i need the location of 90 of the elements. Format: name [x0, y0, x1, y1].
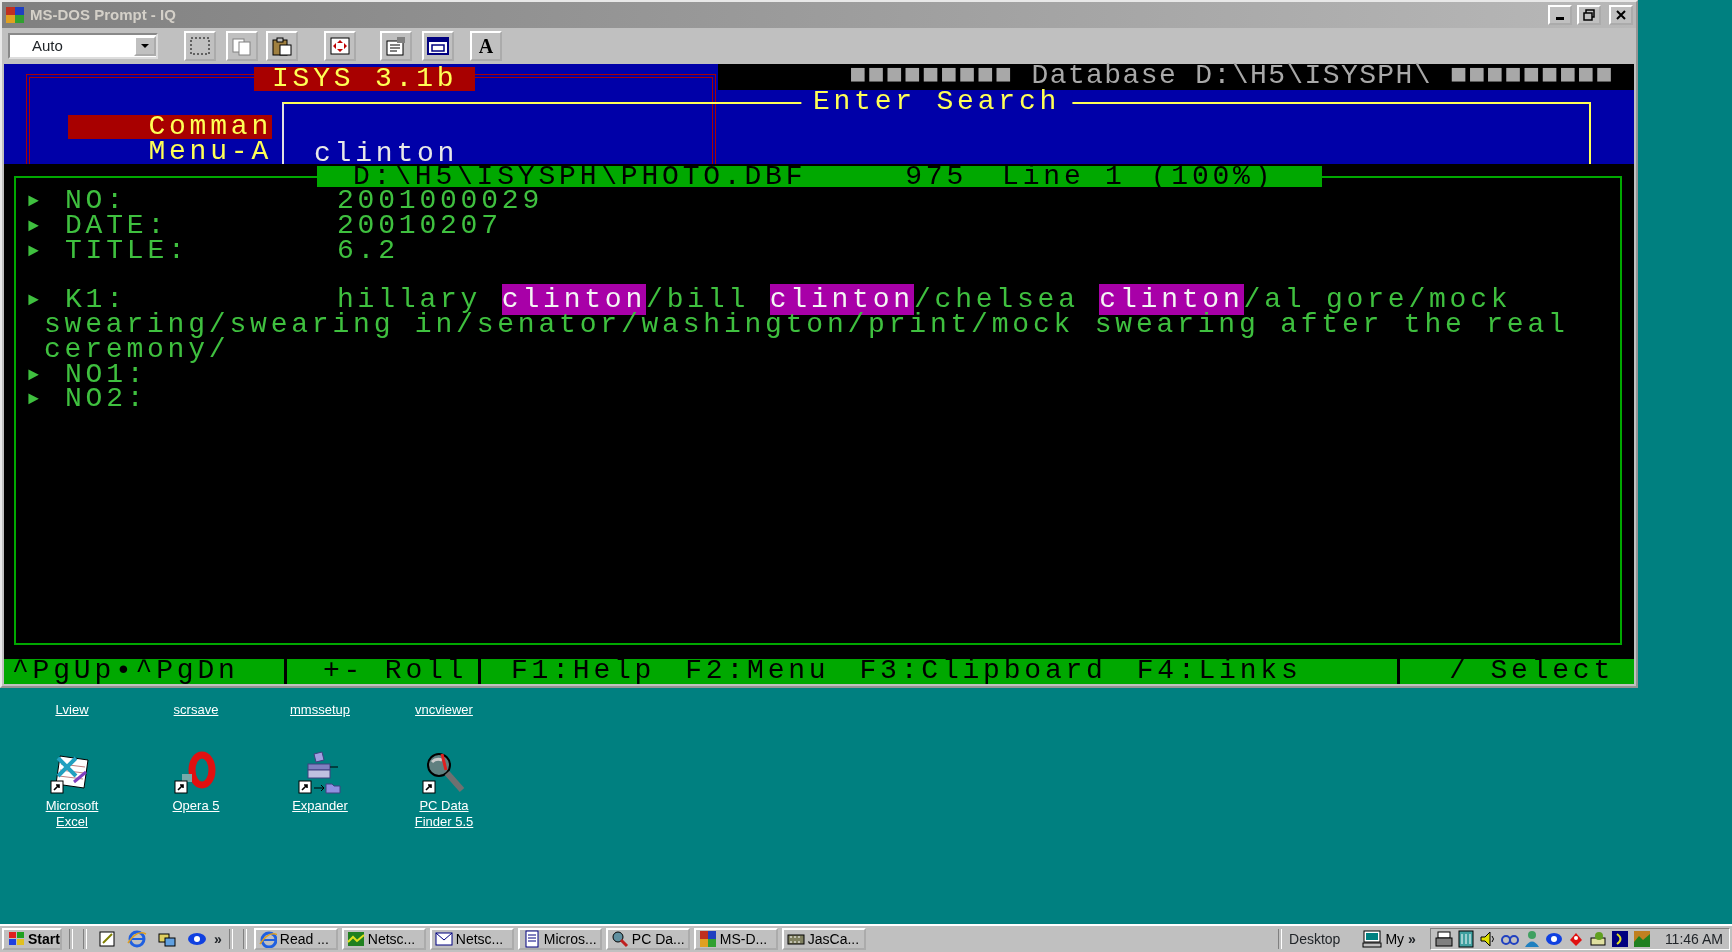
computer-icon	[1362, 930, 1383, 948]
icon-label[interactable]: Expander	[292, 798, 348, 814]
field-label: K1:	[65, 288, 127, 313]
field-label: NO1:	[65, 362, 148, 388]
machine-icon[interactable]	[298, 750, 342, 794]
server-icon[interactable]	[1456, 930, 1475, 948]
start-button[interactable]: Start	[2, 928, 62, 950]
copy-icon	[231, 36, 253, 56]
restore-icon	[1583, 9, 1595, 21]
task-button[interactable]: PC Da...	[605, 928, 690, 950]
background-button[interactable]	[422, 31, 454, 61]
task-button[interactable]: Netsc...	[341, 928, 426, 950]
field-marker: ►	[28, 363, 40, 387]
selection-icon	[189, 36, 211, 56]
landscape-icon	[346, 930, 365, 948]
menu-label[interactable]: Menu-A	[68, 140, 272, 164]
app-icon	[698, 930, 717, 948]
icon-label[interactable]: scrsave	[173, 702, 219, 718]
moon-icon[interactable]	[1610, 930, 1629, 948]
icon-label[interactable]: PC Data Finder 5.5	[405, 798, 483, 830]
key-hint: F2:Menu	[685, 659, 830, 684]
desktop-toolbar-label[interactable]: Desktop	[1289, 928, 1341, 950]
field-marker: ►	[28, 388, 40, 412]
search-field[interactable]: clinton	[314, 141, 914, 166]
app-title: ISYS 3.1b	[254, 67, 476, 91]
my-computer-button[interactable]: My	[1362, 928, 1405, 950]
ring-icon[interactable]	[174, 750, 218, 794]
browser-icon[interactable]	[127, 929, 147, 949]
field-label: NO:	[65, 189, 127, 214]
file-path: D:\H5\ISYSPH\PHOTO.DBF	[353, 166, 807, 187]
field-marker: ►	[28, 214, 40, 238]
size-dropdown[interactable]: Auto	[8, 33, 158, 59]
key-hint: F4:Links	[1136, 659, 1302, 684]
record-count: 975	[905, 166, 968, 187]
icon-label[interactable]: Lview	[55, 702, 89, 718]
clock[interactable]: 11:46 AM	[1664, 928, 1723, 950]
properties-button[interactable]	[380, 31, 412, 61]
fullscreen-button[interactable]	[324, 31, 356, 61]
field-marker: ►	[28, 239, 40, 263]
field-marker: ►	[28, 289, 40, 313]
magnifier-icon[interactable]	[422, 750, 466, 794]
speaker-icon[interactable]	[1478, 930, 1497, 948]
printer-icon[interactable]	[1434, 930, 1453, 948]
task-button[interactable]: Netsc...	[429, 928, 514, 950]
icon-label[interactable]: Opera 5	[172, 798, 220, 814]
windows-icon	[427, 36, 449, 56]
copy-button[interactable]	[226, 31, 258, 61]
percent-text: (100%)	[1150, 166, 1275, 187]
minimize-button[interactable]	[1548, 5, 1572, 25]
line-number: Line 1	[1002, 166, 1126, 187]
envelope-icon	[434, 930, 453, 948]
eye-icon[interactable]	[1544, 930, 1563, 948]
caret-icon	[140, 43, 150, 49]
mark-button[interactable]	[184, 31, 216, 61]
close-icon	[1615, 9, 1627, 21]
task-button[interactable]: JasCa...	[781, 928, 866, 950]
properties-icon	[385, 36, 407, 56]
close-button[interactable]	[1609, 5, 1633, 25]
app-icon	[5, 6, 25, 24]
paste-button[interactable]	[266, 31, 298, 61]
window-title: MS-DOS Prompt - IQ	[30, 4, 176, 25]
task-button[interactable]: MS-D...	[693, 928, 778, 950]
browser-icon	[258, 930, 277, 948]
database-header: ■■■■■■■■■ Database D:\H5\ISYSPH\ ■■■■■■■■■	[718, 64, 1634, 90]
icon-label[interactable]: mmssetup	[290, 702, 350, 718]
notepad-icon[interactable]	[97, 929, 117, 949]
windows-flag-icon	[7, 931, 25, 947]
minimize-icon	[1556, 17, 1564, 20]
task-button[interactable]: Read ...	[253, 928, 338, 950]
key-hint: ^PgUp•^PgDn	[12, 659, 239, 684]
key-hint: F1:Help	[511, 659, 656, 684]
task-button[interactable]: Micros...	[517, 928, 602, 950]
more-chevron[interactable]: »	[214, 928, 222, 950]
icon-label[interactable]: vncviewer	[415, 702, 473, 718]
magnifier-icon	[610, 930, 629, 948]
font-button[interactable]: A	[470, 31, 502, 61]
clipboard-icon	[271, 36, 293, 56]
restore-button[interactable]	[1577, 5, 1601, 25]
field-label: TITLE:	[65, 238, 190, 264]
menu-label[interactable]: Comman	[68, 115, 272, 139]
field-marker: ►	[28, 190, 40, 213]
document-icon	[522, 930, 541, 948]
field-label: NO2:	[65, 387, 149, 413]
key-hint: / Select	[1449, 659, 1614, 684]
icon-label[interactable]: Microsoft Excel	[33, 798, 111, 830]
key-hint: +- Roll	[323, 659, 468, 684]
key-hint: F3:Clipboard	[859, 659, 1107, 684]
field-label: DATE:	[65, 213, 168, 239]
fullscreen-icon	[329, 36, 351, 56]
more-chevron[interactable]: »	[1408, 928, 1416, 950]
